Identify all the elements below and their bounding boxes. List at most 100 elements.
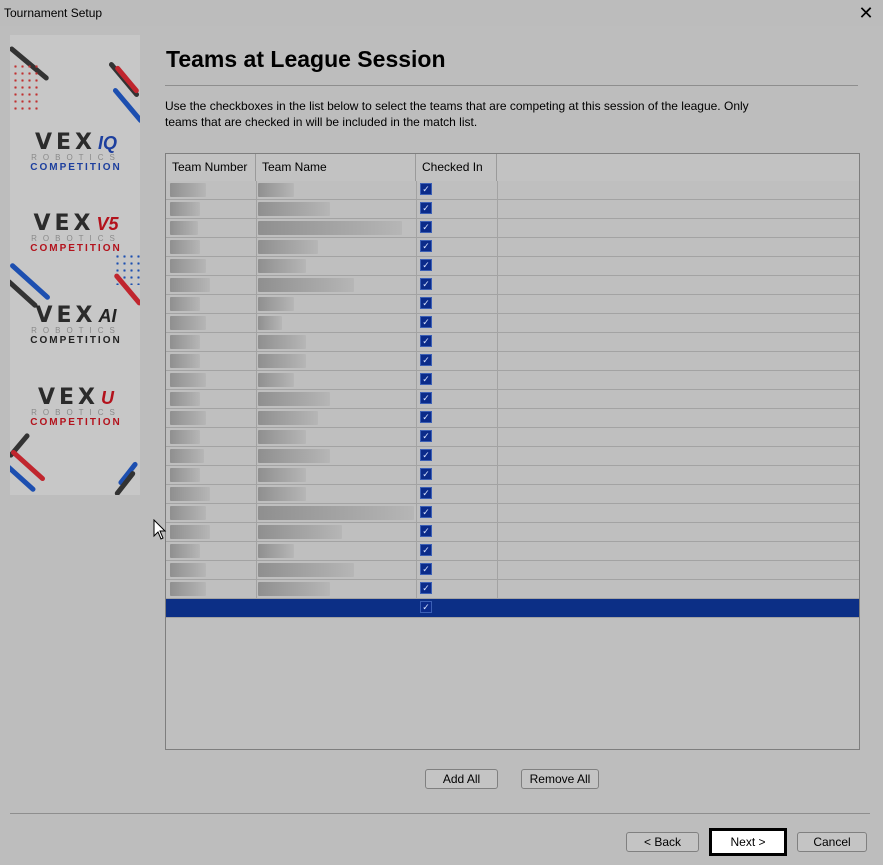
table-row[interactable]: ✓ — [166, 542, 859, 561]
checked-in-checkbox[interactable]: ✓ — [420, 335, 432, 347]
checked-in-checkbox[interactable]: ✓ — [420, 354, 432, 366]
team-name-cell — [258, 563, 354, 577]
checked-in-checkbox[interactable]: ✓ — [420, 563, 432, 575]
decor-stripe — [10, 262, 51, 301]
team-number-cell — [170, 544, 200, 558]
table-row[interactable]: ✓ — [166, 561, 859, 580]
close-icon[interactable]: ✕ — [855, 2, 877, 24]
table-row[interactable]: ✓ — [166, 200, 859, 219]
checked-in-checkbox[interactable]: ✓ — [420, 487, 432, 499]
team-number-cell — [170, 506, 206, 520]
checked-in-checkbox[interactable]: ✓ — [420, 430, 432, 442]
vex-iq-logo: VEX IQ ROBOTICS COMPETITION — [30, 130, 122, 173]
footer-divider — [10, 813, 870, 814]
team-name-cell — [258, 278, 354, 292]
table-row[interactable]: ✓ — [166, 333, 859, 352]
vex-ai-logo: VEX AI ROBOTICS COMPETITION — [30, 303, 122, 346]
team-name-cell — [258, 544, 294, 558]
back-button[interactable]: < Back — [626, 832, 699, 852]
table-row[interactable]: ✓ — [166, 428, 859, 447]
table-row[interactable]: ✓ — [166, 599, 859, 618]
checked-in-checkbox[interactable]: ✓ — [420, 373, 432, 385]
table-row[interactable]: ✓ — [166, 371, 859, 390]
window-title: Tournament Setup — [4, 6, 103, 20]
table-row[interactable]: ✓ — [166, 390, 859, 409]
team-number-cell — [170, 582, 206, 596]
checked-in-checkbox[interactable]: ✓ — [420, 202, 432, 214]
table-row[interactable]: ✓ — [166, 580, 859, 599]
table-row[interactable]: ✓ — [166, 219, 859, 238]
checked-in-checkbox[interactable]: ✓ — [420, 411, 432, 423]
checked-in-checkbox[interactable]: ✓ — [420, 221, 432, 233]
team-name-cell — [258, 411, 318, 425]
sidebar-graphic: VEX IQ ROBOTICS COMPETITION VEX V5 ROBOTIC… — [10, 35, 140, 495]
team-name-cell — [258, 316, 282, 330]
team-number-cell — [170, 221, 198, 235]
checked-in-checkbox[interactable]: ✓ — [420, 506, 432, 518]
table-row[interactable]: ✓ — [166, 295, 859, 314]
team-number-cell — [170, 259, 206, 273]
table-row[interactable]: ✓ — [166, 257, 859, 276]
table-row[interactable]: ✓ — [166, 409, 859, 428]
checked-in-checkbox[interactable]: ✓ — [420, 525, 432, 537]
checked-in-checkbox[interactable]: ✓ — [420, 468, 432, 480]
table-row[interactable]: ✓ — [166, 352, 859, 371]
team-name-cell — [258, 525, 342, 539]
team-name-cell — [258, 221, 402, 235]
table-row[interactable]: ✓ — [166, 504, 859, 523]
team-number-cell — [170, 525, 210, 539]
table-row[interactable]: ✓ — [166, 485, 859, 504]
vex-v5-logo: VEX V5 ROBOTICS COMPETITION — [30, 211, 122, 254]
column-header-team-number[interactable]: Team Number — [166, 154, 256, 181]
team-name-cell — [258, 392, 330, 406]
column-header-team-name[interactable]: Team Name — [256, 154, 416, 181]
checked-in-checkbox[interactable]: ✓ — [420, 183, 432, 195]
team-name-cell — [258, 430, 306, 444]
team-number-cell — [170, 411, 206, 425]
vex-u-logo: VEX U ROBOTICS COMPETITION — [30, 385, 122, 428]
checked-in-checkbox[interactable]: ✓ — [420, 449, 432, 461]
table-row[interactable]: ✓ — [166, 314, 859, 333]
checked-in-checkbox[interactable]: ✓ — [420, 259, 432, 271]
team-number-cell — [170, 297, 200, 311]
team-number-cell — [170, 392, 200, 406]
page-title: Teams at League Session — [166, 46, 446, 72]
table-row[interactable]: ✓ — [166, 238, 859, 257]
team-number-cell — [170, 563, 206, 577]
table-header: Team Number Team Name Checked In — [166, 154, 859, 181]
team-number-cell — [170, 278, 210, 292]
remove-all-button[interactable]: Remove All — [521, 769, 599, 789]
team-number-cell — [170, 335, 200, 349]
team-number-cell — [170, 373, 206, 387]
checked-in-checkbox[interactable]: ✓ — [420, 582, 432, 594]
add-all-button[interactable]: Add All — [425, 769, 498, 789]
team-name-cell — [258, 335, 306, 349]
cancel-button[interactable]: Cancel — [797, 832, 867, 852]
column-header-checked-in[interactable]: Checked In — [416, 154, 497, 181]
team-number-cell — [170, 240, 200, 254]
checked-in-checkbox[interactable]: ✓ — [420, 316, 432, 328]
instructions-text: Use the checkboxes in the list below to … — [165, 99, 749, 129]
next-button[interactable]: Next > — [709, 828, 787, 856]
team-name-cell — [258, 468, 306, 482]
title-bar: Tournament Setup ✕ — [0, 0, 883, 26]
table-row[interactable]: ✓ — [166, 447, 859, 466]
team-name-cell — [258, 354, 306, 368]
checked-in-checkbox[interactable]: ✓ — [420, 544, 432, 556]
table-row[interactable]: ✓ — [166, 466, 859, 485]
checked-in-checkbox[interactable]: ✓ — [420, 278, 432, 290]
table-row[interactable]: ✓ — [166, 181, 859, 200]
team-number-cell — [170, 468, 200, 482]
checked-in-checkbox[interactable]: ✓ — [420, 392, 432, 404]
team-name-cell — [258, 373, 294, 387]
teams-list[interactable]: Team Number Team Name Checked In ✓ ✓ ✓ ✓ ✓ ✓ ✓… — [165, 153, 860, 750]
table-row[interactable]: ✓ — [166, 276, 859, 295]
checked-in-checkbox[interactable]: ✓ — [420, 297, 432, 309]
table-row[interactable]: ✓ — [166, 523, 859, 542]
team-number-cell — [170, 183, 206, 197]
checked-in-checkbox[interactable]: ✓ — [420, 601, 432, 613]
checked-in-checkbox[interactable]: ✓ — [420, 240, 432, 252]
team-number-cell — [170, 316, 206, 330]
team-name-cell — [258, 582, 330, 596]
team-name-cell — [258, 259, 306, 273]
